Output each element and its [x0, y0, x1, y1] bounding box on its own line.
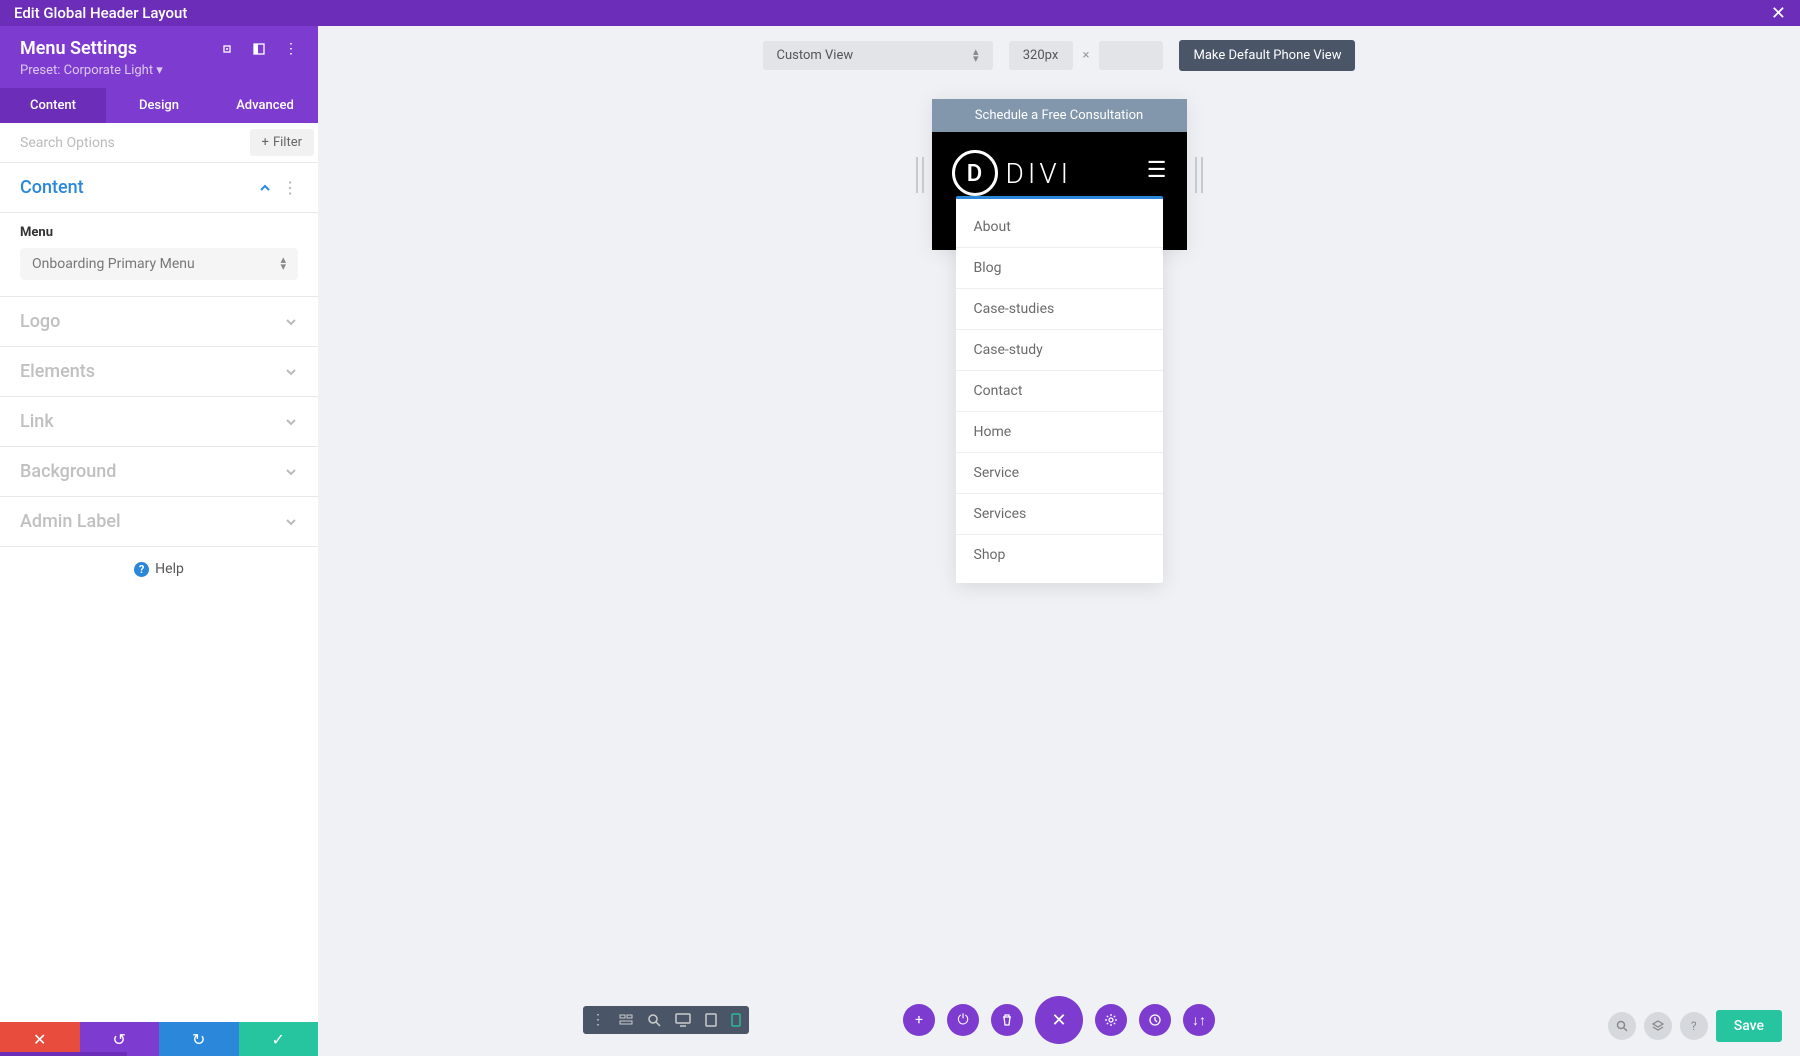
section-elements[interactable]: Elements: [0, 347, 318, 397]
menu-field-label: Menu: [0, 213, 318, 248]
dropdown-menu: About Blog Case-studies Case-study Conta…: [956, 196, 1163, 583]
tabs: Content Design Advanced: [0, 88, 318, 123]
progress-track: [0, 1052, 60, 1056]
logo[interactable]: D DIVI: [952, 150, 1073, 196]
chevron-up-icon: [258, 181, 272, 195]
menu-item[interactable]: Case-studies: [956, 289, 1163, 330]
more-icon[interactable]: ⋮: [284, 41, 298, 57]
tab-design[interactable]: Design: [106, 88, 212, 123]
dimension-x: ×: [1083, 48, 1090, 63]
close-panel-button[interactable]: ✕: [1035, 996, 1083, 1044]
section-admin-label[interactable]: Admin Label: [0, 497, 318, 547]
tablet-icon[interactable]: [705, 1013, 717, 1027]
menu-item[interactable]: Service: [956, 453, 1163, 494]
chevron-down-icon: [284, 415, 298, 429]
sidebar: Menu Settings ⋮ Preset: Corporate Light …: [0, 26, 318, 1056]
undo-button[interactable]: ↺: [80, 1022, 160, 1056]
chevron-down-icon: [284, 315, 298, 329]
viewport-bar: Custom View ▴▾ × Make Default Phone View: [318, 26, 1800, 85]
menu-item[interactable]: About: [956, 207, 1163, 248]
menu-select[interactable]: Onboarding Primary Menu ▴▾: [20, 248, 298, 280]
phone-preview: Schedule a Free Consultation D DIVI ☰ Ab…: [932, 99, 1187, 250]
history-button[interactable]: [1139, 1004, 1171, 1036]
chevron-down-icon: [284, 465, 298, 479]
section-logo[interactable]: Logo: [0, 297, 318, 347]
phone-icon[interactable]: [731, 1013, 741, 1027]
sidebar-bottom-actions: ✕ ↺ ↻ ✓: [0, 1022, 318, 1056]
menu-item[interactable]: Services: [956, 494, 1163, 535]
cta-bar[interactable]: Schedule a Free Consultation: [932, 99, 1187, 132]
resize-handle-left[interactable]: [916, 157, 924, 193]
help-icon: ?: [134, 562, 149, 577]
progress-fill: [0, 1052, 127, 1056]
logo-icon: D: [952, 150, 998, 196]
search-input[interactable]: [20, 135, 250, 151]
save-button[interactable]: Save: [1716, 1010, 1782, 1042]
layers-button[interactable]: [1644, 1012, 1672, 1040]
panel-icon[interactable]: [252, 42, 266, 56]
chevron-down-icon: [284, 515, 298, 529]
zoom-icon[interactable]: [647, 1013, 661, 1027]
logo-text: DIVI: [1006, 157, 1073, 190]
expand-icon[interactable]: [220, 42, 234, 56]
resize-handle-right[interactable]: [1195, 157, 1203, 193]
sort-button[interactable]: ↓↑: [1183, 1004, 1215, 1036]
view-select[interactable]: Custom View ▴▾: [763, 41, 993, 70]
add-button[interactable]: +: [903, 1004, 935, 1036]
search-row: + Filter: [0, 123, 318, 163]
more-icon[interactable]: ⋮: [282, 178, 298, 197]
menu-item[interactable]: Contact: [956, 371, 1163, 412]
canvas: Custom View ▴▾ × Make Default Phone View…: [318, 26, 1800, 1056]
discard-button[interactable]: ✕: [0, 1022, 80, 1056]
top-bar: Edit Global Header Layout ✕: [0, 0, 1800, 26]
tab-content[interactable]: Content: [0, 88, 106, 123]
hamburger-icon[interactable]: ☰: [1147, 158, 1167, 183]
top-bar-title: Edit Global Header Layout: [14, 4, 187, 22]
width-input[interactable]: [1009, 41, 1073, 70]
sidebar-header: Menu Settings ⋮ Preset: Corporate Light …: [0, 26, 318, 88]
menu-item[interactable]: Case-study: [956, 330, 1163, 371]
help-button[interactable]: ?: [1680, 1012, 1708, 1040]
bottom-toolbar: ⋮ + ⏻ ✕ ↓↑: [903, 996, 1215, 1044]
more-icon[interactable]: ⋮: [591, 1012, 605, 1028]
sidebar-title: Menu Settings: [20, 38, 137, 59]
confirm-button[interactable]: ✓: [239, 1022, 319, 1056]
section-link[interactable]: Link: [0, 397, 318, 447]
select-arrows-icon: ▴▾: [973, 49, 979, 62]
height-input[interactable]: [1099, 41, 1163, 70]
device-group: ⋮: [583, 1006, 749, 1034]
preview-navbar: D DIVI ☰ About Blog Case-studies Case-st…: [932, 132, 1187, 250]
redo-button[interactable]: ↻: [159, 1022, 239, 1056]
chevron-down-icon: [284, 365, 298, 379]
search-button[interactable]: [1608, 1012, 1636, 1040]
settings-button[interactable]: [1095, 1004, 1127, 1036]
power-button[interactable]: ⏻: [947, 1004, 979, 1036]
filter-button[interactable]: + Filter: [250, 129, 314, 156]
make-default-button[interactable]: Make Default Phone View: [1179, 40, 1355, 71]
select-arrows-icon: ▴▾: [280, 257, 286, 270]
preset-label[interactable]: Preset: Corporate Light ▾: [20, 63, 298, 78]
menu-option-block: Menu Onboarding Primary Menu ▴▾: [0, 213, 318, 297]
close-icon[interactable]: ✕: [386, 3, 1786, 24]
section-background[interactable]: Background: [0, 447, 318, 497]
delete-button[interactable]: [991, 1004, 1023, 1036]
right-bottom-actions: ? Save: [1608, 1010, 1782, 1042]
menu-item[interactable]: Home: [956, 412, 1163, 453]
menu-item[interactable]: Shop: [956, 535, 1163, 575]
desktop-icon[interactable]: [675, 1013, 691, 1027]
tab-advanced[interactable]: Advanced: [212, 88, 318, 123]
section-content[interactable]: Content ⋮: [0, 163, 318, 213]
wireframe-icon[interactable]: [619, 1013, 633, 1027]
help-button[interactable]: ? Help: [0, 547, 318, 591]
menu-item[interactable]: Blog: [956, 248, 1163, 289]
